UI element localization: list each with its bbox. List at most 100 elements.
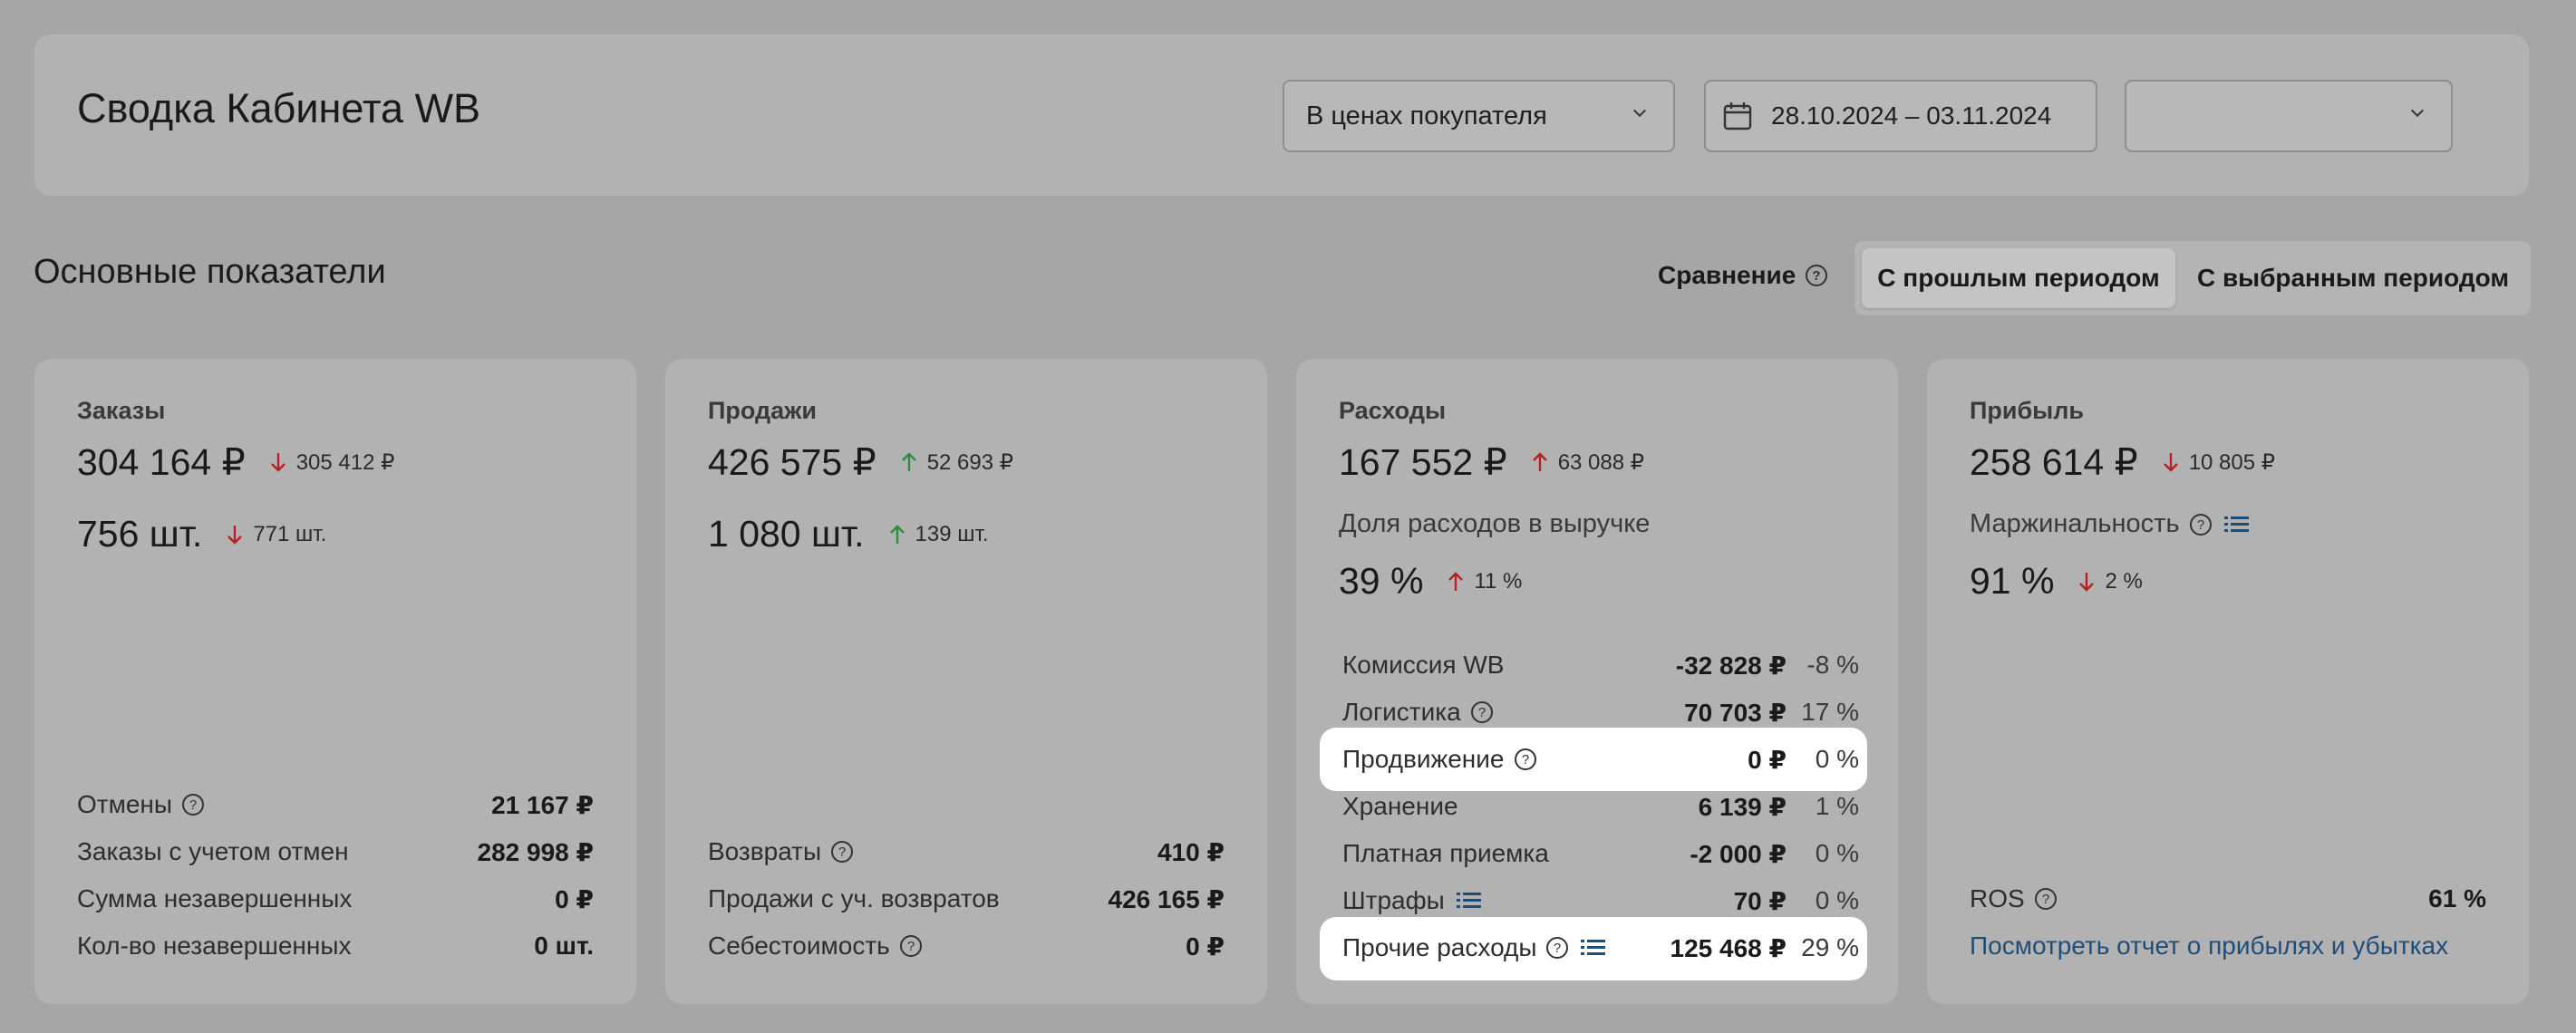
profit-card: Прибыль 258 614 ₽ 10 805 ₽ Маржинальност… (1927, 359, 2529, 1004)
row-value: -2 000 ₽ (1690, 839, 1787, 868)
row-label: Продажи с уч. возвратов (708, 884, 1000, 912)
row-value: 70 703 ₽ (1684, 698, 1787, 727)
row-percent: 17 % (1801, 698, 1859, 726)
row-label: Сумма незавершенных (77, 884, 353, 912)
expenses-row-other: Прочие расходы ? 125 468 ₽ 29 % (1342, 930, 1859, 966)
svg-text:?: ? (189, 797, 197, 813)
svg-text:?: ? (1478, 705, 1486, 720)
help-icon[interactable]: ? (1545, 936, 1569, 960)
row-label: Логистика (1342, 698, 1461, 726)
svg-text:?: ? (2042, 892, 2049, 907)
orders-row-with-cancellations: Заказы с учетом отмен 282 998 ₽ (77, 834, 594, 870)
row-value: 0 шт. (534, 932, 594, 960)
help-icon[interactable]: ? (2034, 887, 2058, 911)
profit-title: Прибыль (1970, 397, 2084, 424)
sales-row-cost: Себестоимость ? 0 ₽ (708, 928, 1225, 964)
profit-amount-value: 258 614 ₽ (1970, 441, 2138, 483)
orders-qty: 756 шт. 771 шт. (77, 513, 326, 555)
date-range-value: 28.10.2024 – 03.11.2024 (1771, 101, 2052, 130)
profit-amount: 258 614 ₽ 10 805 ₽ (1970, 440, 2275, 484)
page-title: Сводка Кабинета WB (77, 85, 481, 131)
orders-amount: 304 164 ₽ 305 412 ₽ (77, 440, 394, 484)
row-label: Себестоимость (708, 932, 890, 960)
row-value: 21 167 ₽ (491, 790, 594, 819)
row-value: 426 165 ₽ (1108, 884, 1225, 913)
orders-amount-delta: 305 412 ₽ (269, 449, 395, 476)
expenses-row-logistics: Логистика ? 70 703 ₽ 17 % (1342, 694, 1859, 730)
profit-row-ros: ROS ? 61 % (1970, 881, 2486, 917)
margin-label-text: Маржинальность (1970, 509, 2180, 538)
list-icon[interactable] (2223, 514, 2251, 536)
sales-amount: 426 575 ₽ 52 693 ₽ (708, 440, 1013, 484)
arrow-down-icon (270, 453, 286, 472)
row-percent: 0 % (1815, 839, 1859, 867)
orders-amount-delta-value: 305 412 ₽ (295, 449, 395, 475)
sales-qty-delta: 139 шт. (888, 521, 989, 547)
row-value: -32 828 ₽ (1675, 651, 1787, 680)
list-icon[interactable] (1580, 937, 1607, 959)
row-percent: -8 % (1806, 651, 1859, 679)
svg-text:?: ? (907, 939, 915, 954)
compare-previous-period-button[interactable]: С прошлым периодом (1862, 248, 2175, 308)
help-icon[interactable]: ? (181, 793, 205, 816)
sales-qty-delta-value: 139 шт. (915, 521, 989, 546)
row-label: Комиссия WB (1342, 651, 1505, 679)
row-label: Кол-во незавершенных (77, 932, 352, 960)
price-mode-value: В ценах покупателя (1306, 101, 1547, 130)
row-value: 6 139 ₽ (1698, 792, 1787, 821)
help-icon[interactable]: ? (899, 934, 923, 958)
orders-qty-delta: 771 шт. (226, 522, 326, 547)
price-mode-select[interactable]: В ценах покупателя (1283, 80, 1675, 152)
orders-amount-value: 304 164 ₽ (77, 441, 246, 483)
help-icon[interactable]: ? (1470, 700, 1494, 724)
help-icon[interactable]: ? (1514, 748, 1537, 771)
help-icon[interactable]: ? (1805, 264, 1828, 287)
row-label: Возвраты (708, 837, 822, 865)
orders-qty-value: 756 шт. (77, 513, 203, 555)
expenses-row-paid-acceptance: Платная приемка -2 000 ₽ 0 % (1342, 835, 1859, 872)
help-icon[interactable]: ? (830, 840, 854, 864)
row-value: 70 ₽ (1733, 886, 1787, 915)
date-range-picker[interactable]: 28.10.2024 – 03.11.2024 (1704, 80, 2097, 152)
orders-qty-delta-value: 771 шт. (253, 521, 327, 546)
profit-margin: 91 % 2 % (1970, 560, 2143, 603)
orders-row-unfinished-count: Кол-во незавершенных 0 шт. (77, 928, 594, 964)
sales-amount-delta-value: 52 693 ₽ (926, 449, 1014, 475)
row-label: ROS (1970, 884, 2025, 912)
sales-row-net: Продажи с уч. возвратов 426 165 ₽ (708, 881, 1225, 917)
compare-label-text: Сравнение (1658, 261, 1796, 289)
row-value: 61 % (2428, 884, 2486, 912)
row-label: Штрафы (1342, 886, 1445, 914)
expenses-row-commission: Комиссия WB -32 828 ₽ -8 % (1342, 647, 1859, 683)
compare-selected-period-button[interactable]: С выбранным периодом (2183, 248, 2523, 308)
arrow-up-icon (901, 452, 916, 471)
orders-title: Заказы (77, 397, 166, 424)
orders-row-cancellations: Отмены ? 21 167 ₽ (77, 787, 594, 823)
help-icon[interactable]: ? (2189, 513, 2213, 536)
row-label: Заказы с учетом отмен (77, 837, 349, 865)
store-select[interactable] (2125, 80, 2453, 152)
sales-amount-delta: 52 693 ₽ (900, 449, 1013, 476)
list-icon[interactable] (1456, 890, 1483, 912)
sales-row-returns: Возвраты ? 410 ₽ (708, 834, 1225, 870)
sales-amount-value: 426 575 ₽ (708, 441, 876, 483)
profit-report-link[interactable]: Посмотреть отчет о прибылях и убытках (1970, 928, 2486, 964)
arrow-down-icon (228, 525, 243, 545)
row-label: Прочие расходы (1342, 933, 1537, 961)
row-percent: 0 % (1815, 745, 1859, 773)
svg-text:?: ? (838, 845, 846, 860)
compare-toggle: С прошлым периодом С выбранным периодом (1855, 241, 2531, 315)
svg-text:?: ? (1554, 941, 1561, 956)
row-value: 0 ₽ (1186, 932, 1225, 961)
row-label: Хранение (1342, 792, 1458, 820)
profit-margin-delta: 2 % (2077, 569, 2143, 594)
chevron-down-icon (2410, 109, 2425, 118)
sales-qty: 1 080 шт. 139 шт. (708, 513, 988, 555)
expenses-row-promotion: Продвижение ? 0 ₽ 0 % (1342, 741, 1859, 777)
row-label: Продвижение (1342, 745, 1505, 773)
orders-card: Заказы 304 164 ₽ 305 412 ₽ 756 шт. 771 ш… (34, 359, 636, 1004)
row-value: 282 998 ₽ (477, 837, 594, 866)
profit-margin-value: 91 % (1970, 560, 2055, 602)
svg-text:?: ? (1813, 268, 1821, 284)
sales-title: Продажи (708, 397, 817, 424)
